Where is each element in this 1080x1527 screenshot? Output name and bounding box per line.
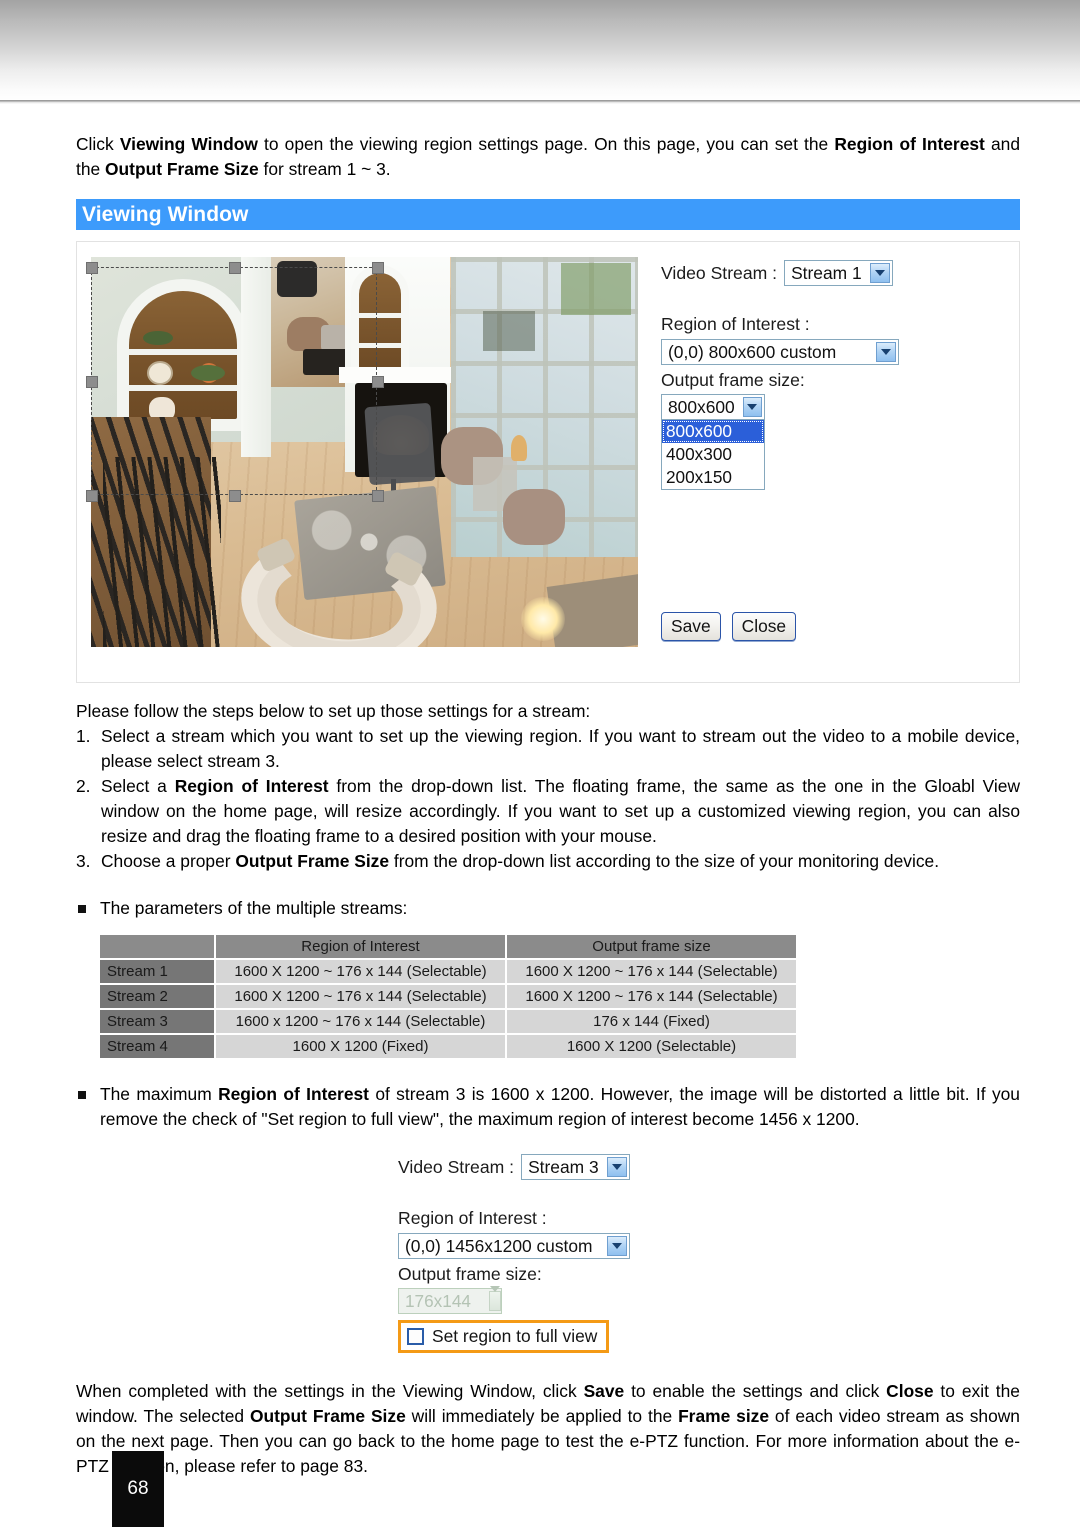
chevron-down-icon[interactable]: [607, 1236, 627, 1256]
bullet-max-roi: The maximum Region of Interest of stream…: [76, 1082, 1020, 1132]
chevron-down-icon[interactable]: [742, 397, 762, 417]
option-item[interactable]: 200x150: [662, 466, 764, 489]
table-cell: 1600 X 1200 ~ 176 x 144 (Selectable): [216, 960, 505, 983]
roi-selection-frame[interactable]: [86, 262, 384, 502]
bullet-parameters: The parameters of the multiple streams:: [76, 896, 1020, 921]
step-text: Choose a proper Output Frame Size from t…: [101, 851, 940, 871]
roi-handle-w[interactable]: [86, 376, 98, 388]
option-item[interactable]: 400x300: [662, 443, 764, 466]
s3-video-stream-row: Video Stream : Stream 3: [398, 1154, 698, 1180]
page-number: 68: [127, 1478, 149, 1499]
s3-output-frame-size-value: 176x144: [405, 1290, 471, 1311]
step-number: 1.: [76, 726, 91, 746]
option-item[interactable]: 800x600: [662, 420, 764, 443]
s3-output-frame-size-select-disabled: 176x144: [398, 1286, 502, 1314]
save-button[interactable]: Save: [661, 612, 721, 641]
bullet-max-roi-text: The maximum Region of Interest of stream…: [100, 1084, 1020, 1129]
table-row-header: Stream 3: [100, 1010, 214, 1033]
video-stream-row: Video Stream : Stream 1: [661, 260, 981, 286]
viewing-window-panel: Video Stream : Stream 1 Region of Intere…: [76, 241, 1020, 683]
s3-video-stream-select[interactable]: Stream 3: [521, 1154, 630, 1180]
steps-list: 1. Select a stream which you want to set …: [76, 724, 1020, 874]
s3-video-stream-value: Stream 3: [528, 1156, 599, 1177]
roi-handle-nw[interactable]: [86, 262, 98, 274]
table-cell: 1600 X 1200 ~ 176 x 144 (Selectable): [507, 985, 796, 1008]
output-frame-size-value: 800x600: [668, 396, 735, 417]
stream3-figure: Video Stream : Stream 3 Region of Intere…: [76, 1154, 1020, 1353]
table-row-header: Stream 1: [100, 960, 214, 983]
roi-handle-se[interactable]: [372, 490, 384, 502]
chevron-down-icon: [489, 1286, 501, 1311]
s3-region-of-interest-value: (0,0) 1456x1200 custom: [405, 1235, 593, 1256]
table-row: Stream 4 1600 X 1200 (Fixed) 1600 X 1200 (…: [100, 1035, 796, 1058]
bullet-parameters-text: The parameters of the multiple streams:: [100, 898, 408, 918]
step-item: 2. Select a Region of Interest from the d…: [76, 774, 1020, 849]
bullet-square-icon: [78, 1091, 86, 1099]
steps-intro: Please follow the steps below to set up …: [76, 701, 591, 721]
output-frame-size-label: Output frame size:: [661, 370, 805, 390]
output-frame-size-select[interactable]: 800x600: [661, 394, 765, 420]
roi-handle-e[interactable]: [372, 376, 384, 388]
table-cell: 1600 x 1200 ~ 176 x 144 (Selectable): [216, 1010, 505, 1033]
s3-region-of-interest-label: Region of Interest :: [398, 1208, 547, 1228]
stream-parameters-table: Region of Interest Output frame size Strea…: [98, 933, 798, 1060]
region-of-interest-value: (0,0) 800x600 custom: [668, 341, 837, 362]
page-content: Click Viewing Window to open the viewing…: [76, 132, 1020, 1479]
table-cell: 1600 X 1200 ~ 176 x 144 (Selectable): [216, 985, 505, 1008]
header-rule: [0, 100, 1080, 104]
video-preview[interactable]: [86, 257, 638, 647]
output-frame-size-option-list[interactable]: 800x600 400x300 200x150: [661, 420, 765, 490]
roi-handle-sw[interactable]: [86, 490, 98, 502]
intro-paragraph: Click Viewing Window to open the viewing…: [76, 134, 1020, 179]
table-corner-cell: [100, 935, 214, 958]
set-region-full-view-checkbox[interactable]: [407, 1328, 424, 1345]
video-stream-label: Video Stream :: [661, 262, 778, 283]
s3-region-of-interest-select[interactable]: (0,0) 1456x1200 custom: [398, 1233, 630, 1259]
page-number-tab: 68: [112, 1451, 164, 1527]
roi-handle-s[interactable]: [229, 490, 241, 502]
s3-output-frame-size-label: Output frame size:: [398, 1264, 542, 1284]
table-cell: 1600 X 1200 (Selectable): [507, 1035, 796, 1058]
step-text: Select a Region of Interest from the dro…: [101, 776, 1020, 846]
table-row-header: Stream 2: [100, 985, 214, 1008]
step-item: 1. Select a stream which you want to set …: [76, 724, 1020, 774]
set-region-full-view-highlight: Set region to full view: [398, 1320, 610, 1353]
chevron-down-icon[interactable]: [606, 1157, 627, 1177]
table-cell: 1600 X 1200 ~ 176 x 144 (Selectable): [507, 960, 796, 983]
region-of-interest-select[interactable]: (0,0) 800x600 custom: [661, 339, 899, 365]
s3-video-stream-label: Video Stream :: [398, 1156, 515, 1177]
set-region-full-view-label: Set region to full view: [432, 1326, 598, 1346]
bullet-square-icon: [78, 905, 86, 913]
video-stream-value: Stream 1: [791, 262, 862, 283]
roi-handle-ne[interactable]: [372, 262, 384, 274]
step-number: 3.: [76, 851, 91, 871]
table-cell: 1600 X 1200 (Fixed): [216, 1035, 505, 1058]
table-row: Stream 2 1600 X 1200 ~ 176 x 144 (Selecta…: [100, 985, 796, 1008]
chevron-down-icon[interactable]: [869, 263, 890, 283]
closing-paragraph: When completed with the settings in the …: [76, 1381, 1020, 1476]
panel-button-row: Save Close: [661, 612, 797, 641]
viewing-window-form: Video Stream : Stream 1 Region of Intere…: [661, 260, 981, 490]
chevron-down-icon[interactable]: [876, 342, 896, 362]
step-text: Select a stream which you want to set up…: [101, 726, 1020, 771]
header-band: [0, 0, 1080, 100]
table-row-header: Stream 4: [100, 1035, 214, 1058]
table-header-row: Region of Interest Output frame size: [100, 935, 796, 958]
video-stream-select[interactable]: Stream 1: [784, 260, 893, 286]
step-number: 2.: [76, 776, 91, 796]
section-title: Viewing Window: [82, 202, 249, 226]
steps-section: Please follow the steps below to set up …: [76, 699, 1020, 874]
section-header-viewing-window: Viewing Window: [76, 199, 1020, 230]
table-row: Stream 3 1600 x 1200 ~ 176 x 144 (Selecta…: [100, 1010, 796, 1033]
table-column-header: Output frame size: [507, 935, 796, 958]
table-row: Stream 1 1600 X 1200 ~ 176 x 144 (Selecta…: [100, 960, 796, 983]
roi-handle-n[interactable]: [229, 262, 241, 274]
table-column-header: Region of Interest: [216, 935, 505, 958]
step-item: 3. Choose a proper Output Frame Size from…: [76, 849, 1020, 874]
table-cell: 176 x 144 (Fixed): [507, 1010, 796, 1033]
region-of-interest-label: Region of Interest :: [661, 314, 810, 334]
close-button[interactable]: Close: [731, 612, 797, 641]
